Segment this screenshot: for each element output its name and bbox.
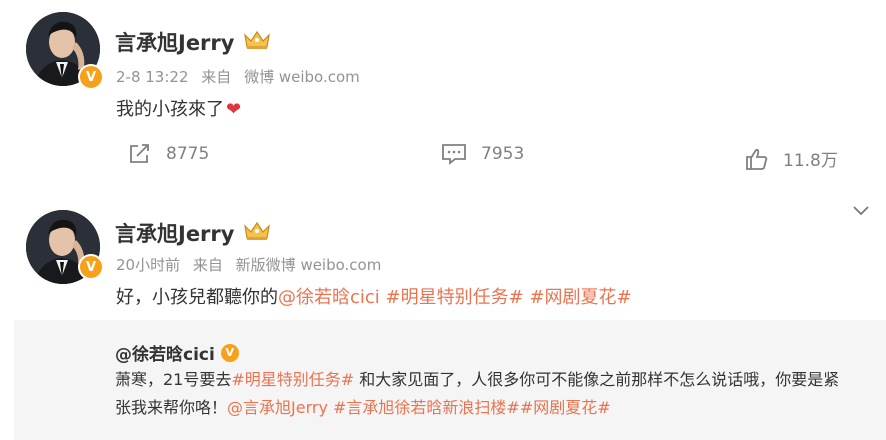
hashtag-link[interactable]: #言承旭徐若晗新浪扫楼##网剧夏花# — [328, 398, 611, 417]
repost-text-part: 和大家见面了，人很多你可不能像之前那样不怎么说话哦，你要是紧 — [354, 370, 840, 389]
repost-username[interactable]: @徐若晗cici V — [115, 340, 239, 365]
verified-badge-icon: V — [78, 254, 104, 280]
repost-button[interactable]: 8775 — [128, 143, 209, 165]
comment-button[interactable]: 7953 — [441, 143, 524, 165]
mention-link[interactable]: @言承旭Jerry — [227, 398, 328, 417]
thumbs-up-icon — [745, 147, 769, 171]
post-text: 我的小孩來了 ❤ — [116, 95, 241, 121]
post-source: 新版微博 weibo.com — [235, 256, 382, 274]
repost-text: 萧寒，21号要去#明星特别任务# 和大家见面了，人很多你可不能像之前那样不怎么说… — [115, 366, 875, 422]
repost-count: 8775 — [166, 144, 210, 164]
repost-text-part: 萧寒，21号要去 — [115, 370, 232, 389]
post-text-body: 我的小孩來了 — [116, 99, 224, 120]
username-label: 言承旭Jerry — [115, 31, 235, 55]
post-time[interactable]: 20小时前 — [116, 256, 180, 274]
username-label: 言承旭Jerry — [115, 222, 235, 246]
repost-line: 张我来帮你咯！@言承旭Jerry #言承旭徐若晗新浪扫楼##网剧夏花# — [115, 394, 875, 422]
like-button[interactable]: 11.8万 — [745, 146, 838, 171]
post-text: 好，小孩兒都聽你的@徐若晗cici #明星特别任务# #网剧夏花# — [116, 283, 632, 309]
post-meta: 20小时前 来自 新版微博 weibo.com — [116, 254, 389, 275]
chevron-down-icon[interactable] — [852, 202, 870, 221]
heart-icon: ❤ — [226, 99, 242, 120]
verified-badge-icon: V — [78, 64, 104, 90]
repost-username-label: @徐若晗cici — [115, 345, 215, 365]
comment-count: 7953 — [481, 144, 525, 164]
hashtag-link[interactable]: #明星特别任务# — [386, 287, 524, 308]
post-meta: 2-8 13:22 来自 微博 weibo.com — [116, 66, 368, 87]
source-prefix: 来自 — [192, 256, 223, 274]
source-prefix: 来自 — [201, 68, 232, 86]
hashtag-link[interactable]: #网剧夏花# — [529, 287, 631, 308]
comment-icon — [441, 143, 467, 165]
weibo-post: V 言承旭Jerry 2-8 13:22 来自 微博 weibo.com 我的小… — [0, 0, 886, 198]
like-count: 11.8万 — [783, 151, 838, 171]
username[interactable]: 言承旭Jerry — [115, 218, 272, 248]
share-icon — [128, 143, 152, 165]
username[interactable]: 言承旭Jerry — [115, 27, 272, 57]
crown-icon — [242, 220, 272, 247]
post-text-body: 好，小孩兒都聽你的 — [116, 287, 278, 308]
crown-icon — [242, 29, 272, 56]
mention-link[interactable]: @徐若晗cici — [278, 287, 380, 308]
repost-original-box: @徐若晗cici V 萧寒，21号要去#明星特别任务# 和大家见面了，人很多你可… — [14, 320, 886, 440]
repost-text-part: 张我来帮你咯！ — [115, 398, 228, 417]
repost-line: 萧寒，21号要去#明星特别任务# 和大家见面了，人很多你可不能像之前那样不怎么说… — [115, 366, 875, 394]
verified-badge-icon: V — [220, 343, 239, 362]
post-time[interactable]: 2-8 13:22 — [116, 68, 189, 86]
post-source: 微博 weibo.com — [244, 68, 360, 86]
hashtag-link[interactable]: #明星特别任务# — [231, 370, 354, 389]
